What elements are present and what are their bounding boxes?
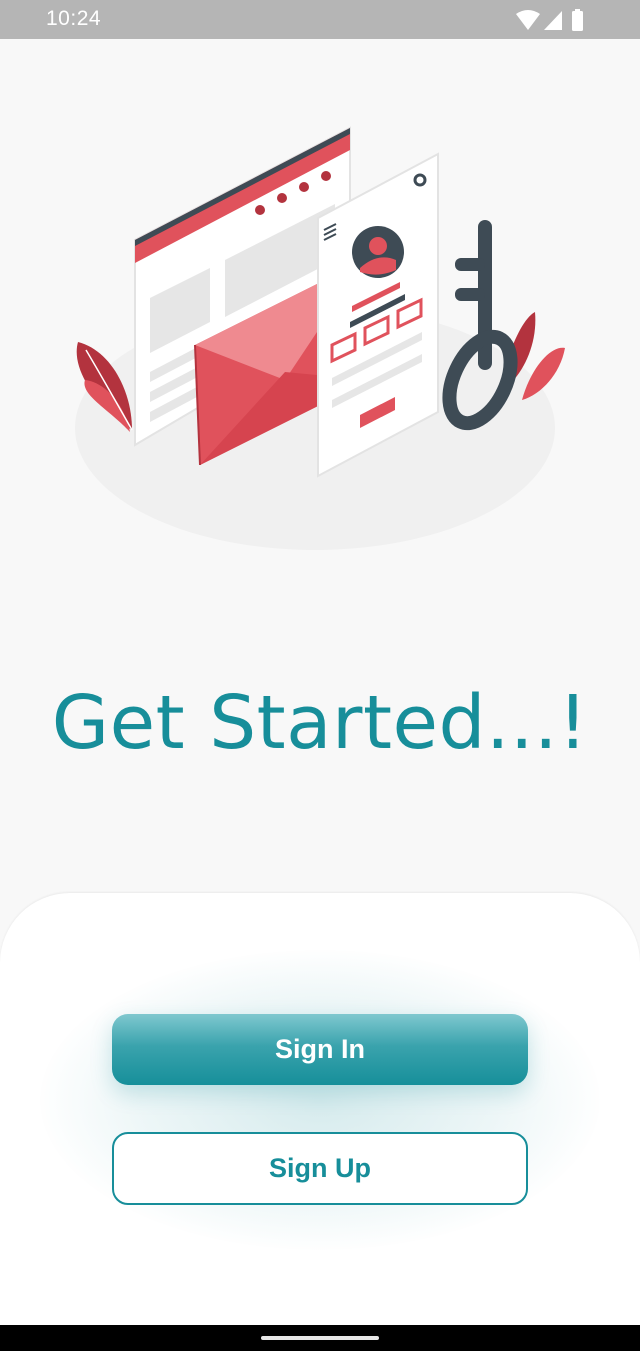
sign-up-button[interactable]: Sign Up <box>112 1132 528 1205</box>
sign-in-button[interactable]: Sign In <box>112 1014 528 1085</box>
page-title: Get Started...! <box>51 680 589 766</box>
status-bar: 10:24 <box>0 0 640 39</box>
login-security-illustration <box>60 110 580 560</box>
cellular-signal-icon <box>544 11 562 30</box>
home-gesture-handle[interactable] <box>261 1336 379 1340</box>
auth-card <box>0 893 640 1351</box>
wifi-icon <box>516 10 540 30</box>
status-icons <box>514 8 594 32</box>
navigation-bar <box>0 1325 640 1351</box>
status-time: 10:24 <box>46 7 102 30</box>
battery-icon <box>572 9 583 31</box>
get-started-screen: 10:24 Get Started...! Sign In Sign Up <box>0 0 640 1351</box>
